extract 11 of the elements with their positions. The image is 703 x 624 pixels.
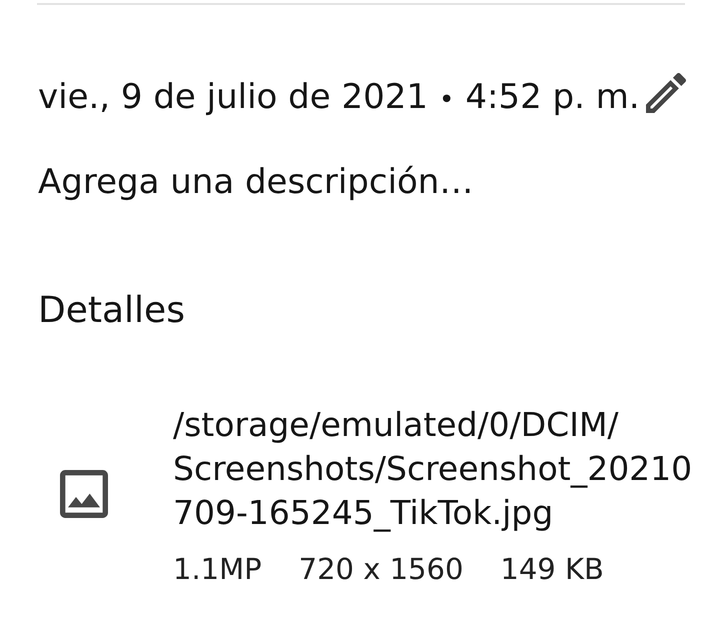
description-field[interactable]: Agrega una descripción… <box>38 160 686 204</box>
separator-dot: • <box>439 84 454 117</box>
file-info-text: 1.1MP <box>173 551 262 588</box>
time-text: 4:52 p. m. <box>465 76 640 119</box>
file-path: /storage/emulated/0/DCIM/ Screenshots/Screenshot_20210 709-165245_TikTok.jpg <box>173 404 692 534</box>
date-text: vie., 9 de julio de 2021 <box>38 76 428 119</box>
section-heading: Detalles <box>38 289 185 333</box>
file-info-text: 720 x 1560 <box>298 551 464 588</box>
file-info-text: 149 KB <box>500 551 604 588</box>
pencil-icon[interactable] <box>646 73 686 113</box>
image-icon <box>60 470 108 518</box>
